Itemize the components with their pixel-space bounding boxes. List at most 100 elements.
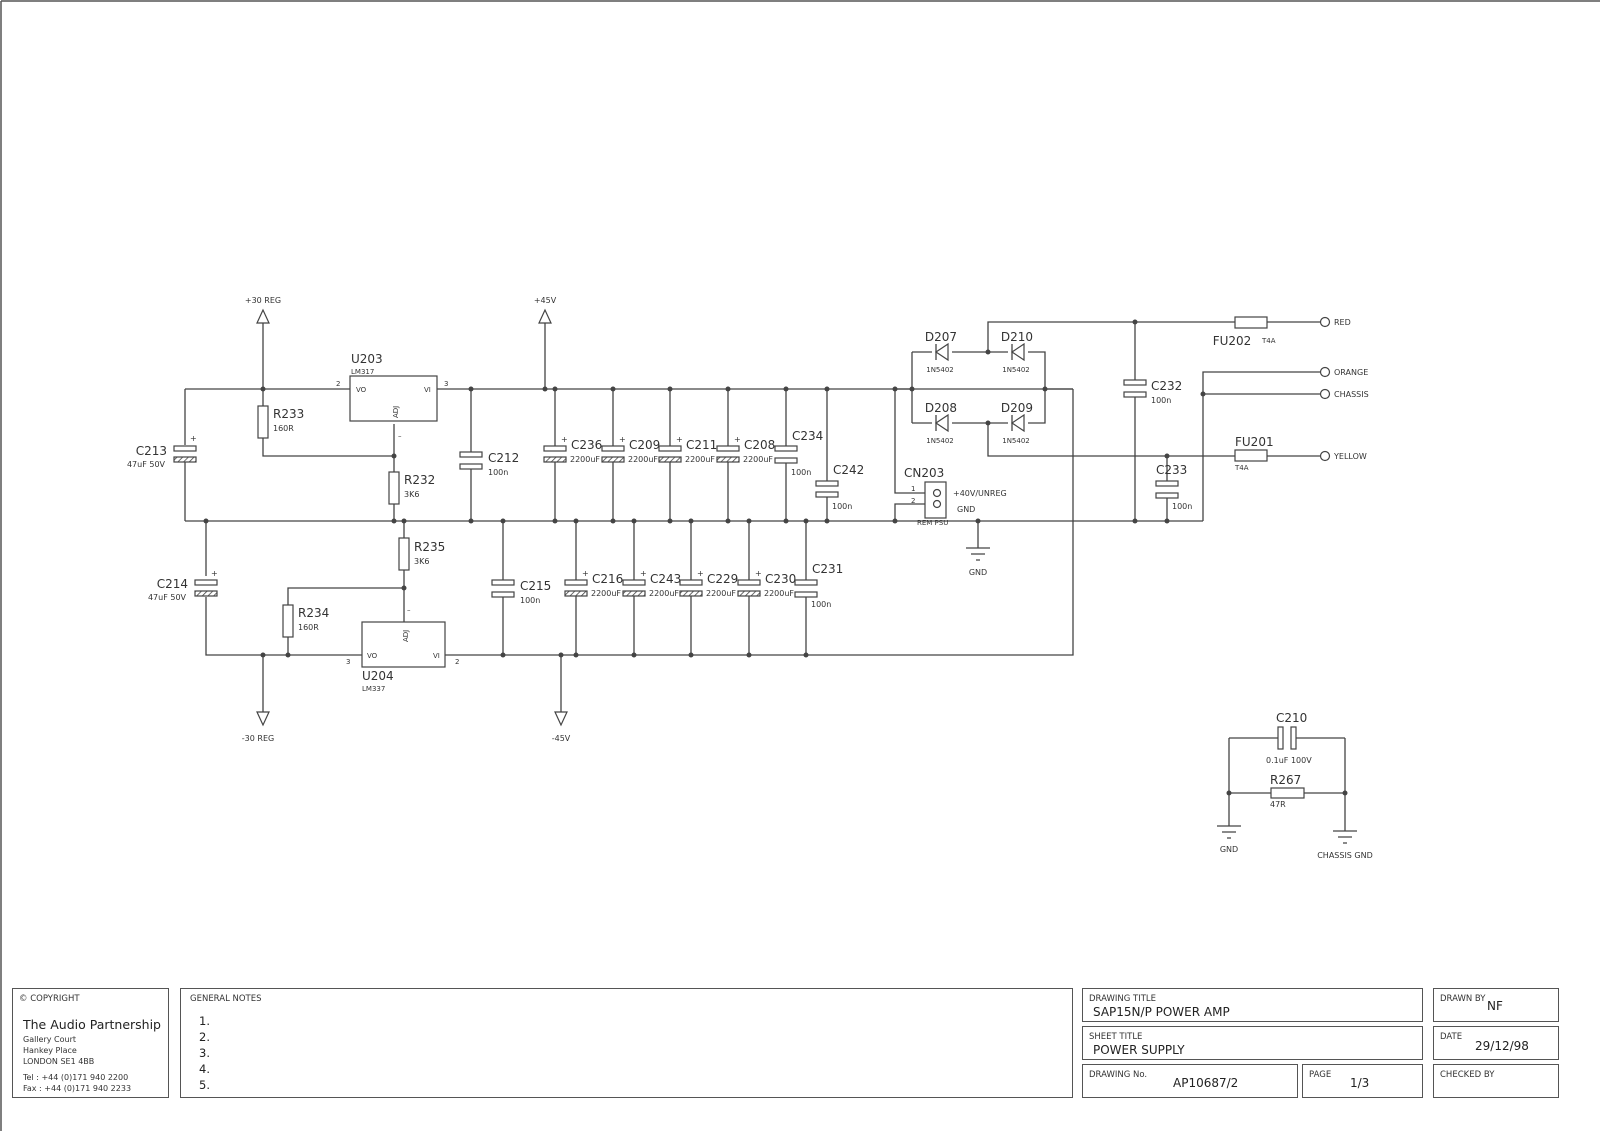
cn203-ref: CN203 xyxy=(904,466,944,480)
u203-pin-num-vi: 3 xyxy=(444,380,448,388)
note-item: 4. xyxy=(199,1062,210,1076)
fu202-value: T4A xyxy=(1261,337,1276,345)
terminal-chassis[interactable]: CHASSIS xyxy=(1319,388,1369,400)
cn203-pin2: 2 xyxy=(911,497,915,505)
c234-value: 100n xyxy=(791,468,811,477)
gnd-label: GND xyxy=(1220,845,1238,854)
resistor-icon xyxy=(388,471,400,505)
c215-ref: C215 xyxy=(520,579,551,593)
r234-value: 160R xyxy=(298,623,319,632)
copyright-box: © COPYRIGHT The Audio Partnership Galler… xyxy=(12,988,169,1098)
capacitor-c229: + C229 2200uF xyxy=(679,569,738,598)
c232-value: 100n xyxy=(1151,396,1171,405)
plus-sign: + xyxy=(619,435,626,444)
capacitor-c242: C242 100n xyxy=(815,463,864,511)
terminal-icon xyxy=(1319,450,1331,462)
rail-label-minus30: -30 REG xyxy=(242,734,274,743)
r233-ref: R233 xyxy=(273,407,304,421)
plus-sign: + xyxy=(755,569,762,578)
c214-ref: C214 xyxy=(157,577,188,591)
c230-value: 2200uF xyxy=(764,589,794,598)
date: 29/12/98 xyxy=(1475,1039,1529,1053)
plus-sign: + xyxy=(676,435,683,444)
rail-minus30: -30 REG xyxy=(242,711,274,743)
drawing-title-box: DRAWING TITLE SAP15N/P POWER AMP xyxy=(1082,988,1423,1022)
sheet-title-box: SHEET TITLE POWER SUPPLY xyxy=(1082,1026,1423,1060)
plus-sign: + xyxy=(734,435,741,444)
u204-pin-num-vo: 3 xyxy=(346,658,350,666)
checked-by-label: CHECKED BY xyxy=(1440,1070,1495,1080)
address-line: LONDON SE1 4BB xyxy=(23,1057,95,1066)
r235-ref: R235 xyxy=(414,540,445,554)
c234-ref: C234 xyxy=(792,429,823,443)
drawn-by-box: DRAWN BY NF xyxy=(1433,988,1559,1022)
ground-chassis: CHASSIS GND xyxy=(1317,830,1373,860)
plus-sign: + xyxy=(640,569,647,578)
d210-part: 1N5402 xyxy=(1002,366,1030,374)
c236-value: 2200uF xyxy=(570,455,600,464)
capacitor-c214: + C214 47uF 50V xyxy=(148,569,218,602)
d208-part: 1N5402 xyxy=(926,437,954,445)
regulator-u204: U204 LM337 VO VI ADJ 3 2 – xyxy=(346,606,459,693)
date-label: DATE xyxy=(1440,1032,1463,1042)
bridge-rectifier: D207 1N5402 D210 1N5402 D208 1N5402 D209 1N5402 xyxy=(925,330,1033,445)
c236-ref: C236 xyxy=(571,438,602,452)
r232-value: 3K6 xyxy=(404,490,419,499)
fu201-ref: FU201 xyxy=(1235,435,1274,449)
plus-sign: + xyxy=(582,569,589,578)
u203-pin-vo: VO xyxy=(356,386,367,394)
diode-icon xyxy=(1010,342,1025,362)
capacitor-c216: + C216 2200uF xyxy=(564,569,623,598)
resistor-icon xyxy=(282,604,294,638)
terminal-label: ORANGE xyxy=(1334,368,1368,377)
address-line: Gallery Court xyxy=(23,1035,77,1044)
diode-icon xyxy=(934,342,949,362)
fu201-value: T4A xyxy=(1234,464,1249,472)
u204-part: LM337 xyxy=(362,685,385,693)
u203-part: LM317 xyxy=(351,368,374,376)
c229-ref: C229 xyxy=(707,572,738,586)
cn203-pin2-label: GND xyxy=(957,505,975,514)
capacitor-c231: C231 100n xyxy=(794,562,843,609)
u203-pin-vi: VI xyxy=(424,386,431,394)
drawing-title: SAP15N/P POWER AMP xyxy=(1093,1005,1230,1019)
c214-value: 47uF 50V xyxy=(148,593,187,602)
terminal-yellow[interactable]: YELLOW xyxy=(1319,450,1367,462)
resistor-r234: R234 160R xyxy=(282,604,329,638)
checked-by-box: CHECKED BY xyxy=(1433,1064,1559,1098)
terminal-orange[interactable]: ORANGE xyxy=(1319,366,1369,378)
rail-arrow-down-icon xyxy=(554,711,568,727)
rail-arrow-up-icon xyxy=(538,308,552,324)
u203-ref: U203 xyxy=(351,352,383,366)
plus-sign: + xyxy=(211,569,218,578)
c233-ref: C233 xyxy=(1156,463,1187,477)
terminal-red[interactable]: RED xyxy=(1319,316,1351,328)
drawn-by-label: DRAWN BY xyxy=(1440,994,1486,1004)
ground-gnd-main: GND xyxy=(966,547,990,577)
chassis-gnd-label: CHASSIS GND xyxy=(1317,851,1373,860)
c208-value: 2200uF xyxy=(743,455,773,464)
u203-pin-adj: ADJ xyxy=(392,406,400,418)
chassis-ground-icon xyxy=(1333,830,1357,844)
page-label: PAGE xyxy=(1309,1070,1332,1080)
c210-value: 0.1uF 100V xyxy=(1266,756,1312,765)
c216-ref: C216 xyxy=(592,572,623,586)
u204-pin-adj: ADJ xyxy=(402,630,410,642)
general-notes-label: GENERAL NOTES xyxy=(190,994,262,1004)
terminal-icon xyxy=(1319,316,1331,328)
address-line: Hankey Place xyxy=(23,1046,77,1055)
d209-ref: D209 xyxy=(1001,401,1033,415)
sheet-title: POWER SUPPLY xyxy=(1093,1043,1185,1057)
fu202-ref: FU202 xyxy=(1213,334,1252,348)
u203-pin-num-vo: 2 xyxy=(336,380,340,388)
ground-gnd-network: GND xyxy=(1217,825,1241,854)
connector-cn203: CN203 1 2 +40V/UNREG GND REM PSU xyxy=(904,466,1007,527)
resistor-icon xyxy=(398,537,410,571)
rail-plus45: +45V xyxy=(534,296,557,324)
u203-adj-mark: – xyxy=(398,432,402,440)
plus-sign: + xyxy=(561,435,568,444)
rail-arrow-down-icon xyxy=(256,711,270,727)
d208-ref: D208 xyxy=(925,401,957,415)
c211-value: 2200uF xyxy=(685,455,715,464)
u204-adj-mark: – xyxy=(407,606,411,614)
